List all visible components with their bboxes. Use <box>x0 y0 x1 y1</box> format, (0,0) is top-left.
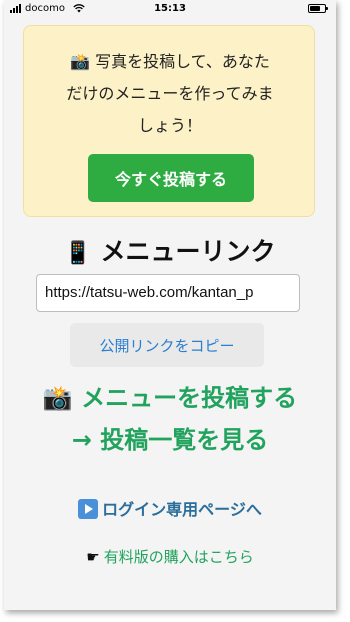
post-now-button[interactable]: 今すぐ投稿する <box>88 154 254 202</box>
public-url-field[interactable]: https://tatsu-web.com/kantan_p <box>36 274 300 312</box>
login-page-label: ログイン専用ページへ <box>102 500 262 519</box>
promo-text-line1: 写真を投稿して、あなた <box>95 52 270 71</box>
camera-flash-icon: 📸 <box>70 52 91 71</box>
login-page-link[interactable]: ログイン専用ページへ <box>4 496 336 520</box>
status-bar: docomo 15:13 <box>4 0 336 18</box>
phone-screen: docomo 15:13 📸 写真を投稿して、あなた だけのメニューを作ってみま… <box>4 0 336 610</box>
play-button-icon <box>78 499 99 519</box>
pointing-hand-icon: ☛ <box>86 548 100 566</box>
menu-link-heading: 📱 メニューリンク <box>4 232 336 268</box>
promo-text: 📸 写真を投稿して、あなた だけのメニューを作ってみま しょう！ <box>40 46 300 142</box>
post-menu-link[interactable]: 📸 メニューを投稿する <box>4 378 336 413</box>
paid-version-row: ☛ 有料版の購入はこちら <box>4 546 336 567</box>
camera-flash-icon: 📸 <box>42 384 73 412</box>
status-time: 15:13 <box>154 3 186 14</box>
promo-card: 📸 写真を投稿して、あなた だけのメニューを作ってみま しょう！ 今すぐ投稿する <box>23 25 315 217</box>
battery-icon <box>308 4 328 13</box>
copy-public-link-button[interactable]: 公開リンクをコピー <box>70 323 264 367</box>
menu-link-title: メニューリンク <box>100 237 276 266</box>
promo-text-line3: しょう！ <box>137 116 202 135</box>
promo-text-line2: だけのメニューを作ってみま <box>66 84 274 103</box>
post-menu-label: メニューを投稿する <box>81 384 298 412</box>
view-posts-link[interactable]: → 投稿一覧を見る <box>4 420 336 455</box>
mobile-phone-icon: 📱 <box>64 241 92 266</box>
paid-version-link[interactable]: 有料版の購入はこちら <box>104 548 254 566</box>
